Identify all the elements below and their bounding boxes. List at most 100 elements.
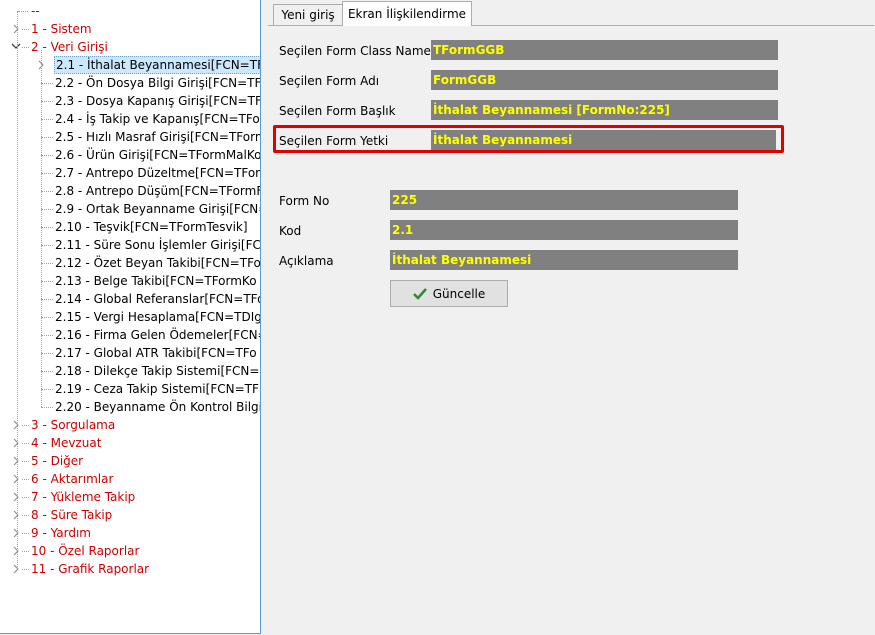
form-title-label: Seçilen Form Başlık (279, 104, 396, 118)
tree-connector (41, 173, 53, 174)
tree-connector (41, 227, 53, 228)
tree-child-item[interactable]: 2.10 - Teşvik[FCN=TFormTesvik] (0, 218, 258, 236)
tree-child-label: 2.8 - Antrepo Düşüm[FCN=TFormF (55, 184, 261, 198)
chevron-right-icon[interactable] (11, 560, 21, 578)
tree-connector (41, 407, 53, 408)
checkmark-icon (412, 287, 427, 300)
tree-child-item[interactable]: 2.18 - Dilekçe Takip Sistemi[FCN= (0, 362, 260, 380)
tree-item[interactable]: 10 - Özel Raporlar (0, 542, 258, 560)
tree-item-label: 9 - Yardım (31, 526, 91, 540)
update-button-label: Güncelle (432, 286, 486, 301)
tree-item-label: 7 - Yükleme Takip (31, 490, 136, 504)
class-name-field[interactable]: TFormGGB (431, 40, 778, 60)
tree-child-label: 2.11 - Süre Sonu İşlemler Girişi[FCN (55, 238, 261, 252)
chevron-right-icon[interactable] (11, 452, 21, 470)
tree-item[interactable]: 9 - Yardım (0, 524, 258, 542)
code-field[interactable]: 2.1 (390, 220, 738, 240)
tree-connector (22, 461, 29, 462)
tree-child-item[interactable]: 2.5 - Hızlı Masraf Girişi[FCN=TForm (0, 128, 261, 146)
description-label: Açıklama (279, 254, 334, 268)
code-label: Kod (279, 224, 302, 238)
tree-item[interactable]: 6 - Aktarımlar (0, 470, 258, 488)
tree-child-item[interactable]: 2.11 - Süre Sonu İşlemler Girişi[FCN (0, 236, 261, 254)
tree-connector (22, 551, 29, 552)
description-field[interactable]: İthalat Beyannamesi (390, 250, 738, 270)
tree-child-item[interactable]: 2.9 - Ortak Beyanname Girişi[FCN= (0, 200, 261, 218)
tree-child-item[interactable]: 2.8 - Antrepo Düşüm[FCN=TFormF (0, 182, 261, 200)
tree-root-label: -- (31, 4, 40, 18)
tree-child-label: 2.19 - Ceza Takip Sistemi[FCN=TF (55, 382, 259, 396)
tree-child-label: 2.17 - Global ATR Takibi[FCN=TFo (55, 346, 257, 360)
tree-child-item[interactable]: 2.1 - İthalat Beyannamesi[FCN=TFo (0, 56, 260, 74)
chevron-down-icon[interactable] (11, 38, 21, 56)
tree-item[interactable]: 7 - Yükleme Takip (0, 488, 258, 506)
tree-connector (41, 137, 53, 138)
form-no-field[interactable]: 225 (390, 190, 738, 210)
tree-item[interactable]: 11 - Grafik Raporlar (0, 560, 258, 578)
tree-item[interactable]: 8 - Süre Takip (0, 506, 258, 524)
tree-item[interactable]: 4 - Mevzuat (0, 434, 258, 452)
tree-child-item[interactable]: 2.15 - Vergi Hesaplama[FCN=TDIg (0, 308, 260, 326)
tree-child-label: 2.3 - Dosya Kapanış Girişi[FCN=TF (55, 94, 261, 108)
tree-connector (41, 263, 53, 264)
tree-item[interactable]: 3 - Sorgulama (0, 416, 258, 434)
chevron-right-icon[interactable] (11, 434, 21, 452)
tree-item[interactable]: 2 - Veri Girişi (0, 38, 258, 56)
tree-connector (18, 11, 28, 12)
tree-connector (41, 191, 53, 192)
tree-child-item[interactable]: 2.4 - İş Takip ve Kapanış[FCN=TFo (0, 110, 260, 128)
update-button[interactable]: Güncelle (390, 280, 508, 307)
tree-connector (22, 533, 29, 534)
tree-connector (41, 299, 53, 300)
tree-connector (22, 479, 29, 480)
tree-child-item[interactable]: 2.2 - Ön Dosya Bilgi Girişi[FCN=TF (0, 74, 261, 92)
tree-child-item[interactable]: 2.7 - Antrepo Düzeltme[FCN=TForm (0, 164, 261, 182)
class-name-label: Seçilen Form Class Name (279, 44, 431, 58)
navigation-tree[interactable]: -- 1 - Sistem 2 - Veri Girişi 2.1 - İthal… (0, 0, 261, 634)
tree-child-label: 2.10 - Teşvik[FCN=TFormTesvik] (55, 220, 248, 234)
tree-item-label: 5 - Diğer (31, 454, 84, 468)
tree-child-item[interactable]: 2.6 - Ürün Girişi[FCN=TFormMalKo (0, 146, 260, 164)
chevron-right-icon[interactable] (11, 524, 21, 542)
tree-child-label: 2.7 - Antrepo Düzeltme[FCN=TForm (55, 166, 261, 180)
form-no-label: Form No (279, 194, 330, 208)
form-name-field[interactable]: FormGGB (431, 70, 778, 90)
tree-child-label: 2.14 - Global Referanslar[FCN=TFo (55, 292, 261, 306)
chevron-right-icon[interactable] (11, 470, 21, 488)
tree-child-item[interactable]: 2.16 - Firma Gelen Ödemeler[FCN= (0, 326, 260, 344)
tab-yeni-giris[interactable]: Yeni giriş (273, 4, 343, 25)
form-title-field[interactable]: İthalat Beyannamesi [FormNo:225] (431, 100, 778, 120)
tree-child-label: 2.18 - Dilekçe Takip Sistemi[FCN= (55, 364, 260, 378)
tree-connector-vertical (41, 50, 42, 407)
tree-child-item[interactable]: 2.19 - Ceza Takip Sistemi[FCN=TF (0, 380, 259, 398)
form-permission-field[interactable]: İthalat Beyannamesi (431, 130, 776, 150)
tree-item-label: 8 - Süre Takip (31, 508, 113, 522)
tree-child-item[interactable]: 2.20 - Beyanname Ön Kontrol Bilgil (0, 398, 260, 416)
tree-connector (41, 209, 53, 210)
tree-child-label: 2.13 - Belge Takibi[FCN=TFormKo (55, 274, 257, 288)
tree-item-label: 1 - Sistem (31, 22, 92, 36)
tree-child-label: 2.5 - Hızlı Masraf Girişi[FCN=TForm (55, 130, 261, 144)
tree-child-item[interactable]: 2.3 - Dosya Kapanış Girişi[FCN=TF (0, 92, 261, 110)
tree-child-item[interactable]: 2.17 - Global ATR Takibi[FCN=TFo (0, 344, 258, 362)
tree-child-item[interactable]: 2.14 - Global Referanslar[FCN=TFo (0, 290, 261, 308)
tree-item[interactable]: 1 - Sistem (0, 20, 258, 38)
tree-connector (41, 317, 53, 318)
tree-connector (41, 281, 53, 282)
chevron-right-icon[interactable] (11, 542, 21, 560)
tree-child-label: 2.9 - Ortak Beyanname Girişi[FCN= (55, 202, 261, 216)
tree-connector (22, 29, 29, 30)
chevron-right-icon[interactable] (11, 488, 21, 506)
tab-ekran-iliskilendirme[interactable]: Ekran İlişkilendirme (342, 1, 472, 26)
tree-connector (41, 353, 53, 354)
chevron-right-icon[interactable] (11, 506, 21, 524)
chevron-right-icon[interactable] (11, 416, 21, 434)
form-name-label: Seçilen Form Adı (279, 74, 380, 88)
tree-child-item[interactable]: 2.13 - Belge Takibi[FCN=TFormKo (0, 272, 258, 290)
tree-connector (41, 245, 53, 246)
tree-connector (22, 443, 29, 444)
chevron-right-icon[interactable] (11, 20, 21, 38)
tree-item[interactable]: 5 - Diğer (0, 452, 258, 470)
tree-child-item[interactable]: 2.12 - Özet Beyan Takibi[FCN=TFo (0, 254, 260, 272)
tree-child-label: 2.2 - Ön Dosya Bilgi Girişi[FCN=TF (55, 76, 261, 90)
